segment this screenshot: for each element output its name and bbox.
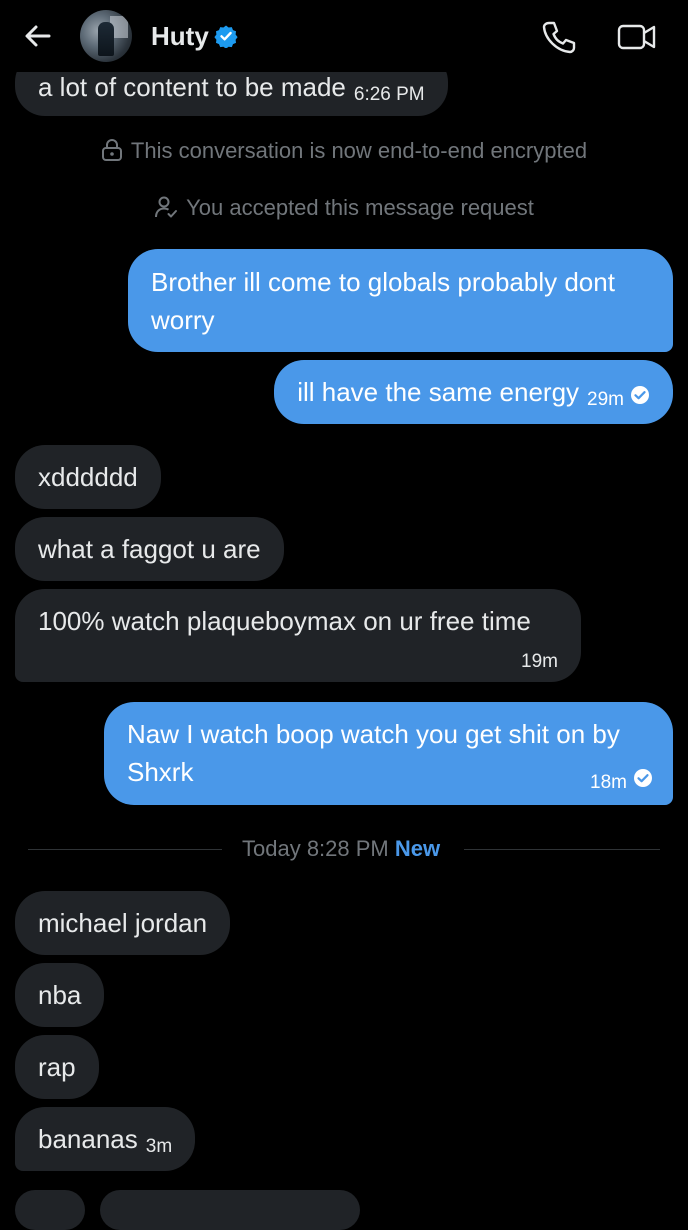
new-messages-divider: Today 8:28 PM New: [28, 835, 660, 865]
request-accepted-text: You accepted this message request: [186, 195, 534, 220]
message-text: nba: [38, 980, 82, 1010]
voice-call-button[interactable]: [540, 18, 578, 56]
message-text: what a faggot u are: [38, 534, 261, 564]
message-incoming-partial[interactable]: [15, 1190, 85, 1230]
message-incoming[interactable]: rap: [15, 1035, 99, 1099]
message-incoming[interactable]: michael jordan: [15, 891, 231, 955]
back-arrow-icon: [25, 25, 51, 47]
encryption-text: This conversation is now end-to-end encr…: [130, 138, 588, 163]
message-incoming[interactable]: 100% watch plaqueboymax on ur free time …: [15, 589, 581, 682]
encryption-notice: This conversation is now end-to-end encr…: [0, 136, 688, 166]
message-text: michael jordan: [38, 908, 208, 938]
message-outgoing[interactable]: ill have the same energy 29m: [274, 360, 673, 424]
request-accepted-notice: You accepted this message request: [0, 193, 688, 223]
message-incoming[interactable]: bananas 3m: [15, 1107, 196, 1171]
message-incoming[interactable]: what a faggot u are: [15, 517, 284, 581]
video-call-button[interactable]: [616, 18, 658, 56]
message-time: 3m: [145, 1136, 173, 1157]
message-time: 29m: [587, 389, 624, 410]
read-receipt-icon: [631, 386, 649, 404]
verified-badge-icon: [214, 25, 238, 48]
video-camera-icon: [617, 24, 656, 50]
new-label: New: [394, 836, 441, 861]
phone-icon: [542, 21, 576, 54]
person-check-icon: [155, 196, 178, 218]
message-outgoing[interactable]: Naw I watch boop watch you get shit on b…: [104, 702, 673, 805]
message-incoming[interactable]: nba: [15, 963, 105, 1027]
conversation-header: Huty: [0, 0, 688, 72]
message-text: bananas: [38, 1124, 138, 1154]
lock-icon: [101, 139, 122, 161]
back-button[interactable]: [20, 18, 56, 54]
contact-name[interactable]: Huty: [151, 20, 209, 52]
message-outgoing[interactable]: Brother ill come to globals probably don…: [128, 249, 673, 352]
message-text: Naw I watch boop watch you get shit on b…: [127, 719, 620, 787]
avatar[interactable]: [80, 10, 132, 62]
message-text: a lot of content to be made: [38, 72, 346, 102]
message-time: 18m: [590, 772, 627, 793]
message-text: rap: [38, 1052, 76, 1082]
divider-timestamp: Today 8:28 PM: [242, 836, 389, 861]
message-incoming-partial[interactable]: [100, 1190, 360, 1230]
message-text: 100% watch plaqueboymax on ur free time: [38, 606, 531, 636]
message-text: xdddddd: [38, 462, 138, 492]
message-time: 6:26 PM: [353, 84, 425, 105]
message-text: Brother ill come to globals probably don…: [151, 267, 615, 335]
message-incoming[interactable]: xdddddd: [15, 445, 161, 509]
message-text: ill have the same energy: [297, 377, 580, 407]
read-receipt-icon: [634, 769, 652, 787]
message-time: 19m: [521, 651, 558, 672]
